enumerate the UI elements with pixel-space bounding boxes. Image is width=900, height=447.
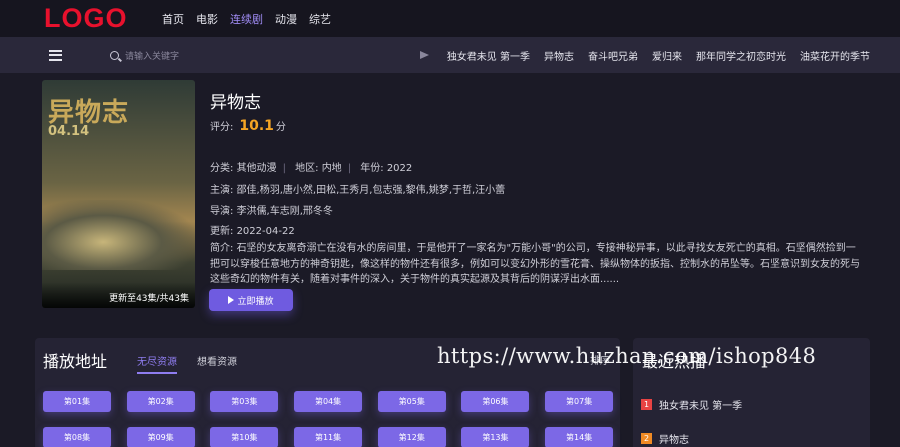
- director-label: 导演:: [210, 206, 234, 217]
- category-value[interactable]: 其他动漫: [237, 163, 277, 174]
- nav-item-movie[interactable]: 电影: [196, 11, 218, 27]
- episode-button[interactable]: 第06集: [461, 391, 530, 412]
- region-value[interactable]: 内地: [322, 163, 342, 174]
- episode-grid: 第01集 第02集 第03集 第04集 第05集 第06集 第07集 第08集 …: [43, 391, 614, 447]
- main-nav: 首页 电影 连续剧 动漫 综艺: [162, 11, 331, 27]
- search-icon[interactable]: [110, 50, 119, 60]
- search-box[interactable]: 请输入关键字: [110, 49, 179, 62]
- hot-item-title[interactable]: 异物志: [659, 431, 689, 446]
- hot-link[interactable]: 独女君未见 第一季: [447, 48, 530, 63]
- desc-label: 简介:: [210, 243, 234, 254]
- hot-link[interactable]: 那年同学之初恋时光: [696, 48, 786, 63]
- category-label: 分类:: [210, 163, 234, 174]
- description: 简介: 石坚的女友离奇溺亡在没有水的房间里，于是他开了一家名为"万能小哥"的公司…: [210, 241, 860, 288]
- episode-button[interactable]: 第02集: [126, 391, 195, 412]
- episode-button[interactable]: 第08集: [43, 427, 111, 447]
- episode-button[interactable]: 第10集: [210, 427, 279, 447]
- updated-label: 更新:: [210, 226, 234, 237]
- rating: 评分: 10.1 分: [210, 118, 286, 134]
- sub-header: 请输入关键字 独女君未见 第一季 异物志 奋斗吧兄弟 爱归来 那年同学之初恋时光…: [0, 37, 900, 73]
- playlist-title: 播放地址: [43, 352, 108, 371]
- show-title: 异物志: [210, 93, 261, 113]
- nav-item-variety[interactable]: 综艺: [309, 11, 331, 27]
- search-input[interactable]: 请输入关键字: [125, 49, 179, 62]
- nav-item-home[interactable]: 首页: [162, 11, 184, 27]
- tab-source-xiangkan[interactable]: 想看资源: [197, 353, 237, 368]
- episode-button[interactable]: 第11集: [294, 427, 363, 447]
- hot-links: 独女君未见 第一季 异物志 奋斗吧兄弟 爱归来 那年同学之初恋时光 油菜花开的季…: [419, 48, 870, 63]
- cast-label: 主演:: [210, 185, 234, 196]
- year-value[interactable]: 2022: [387, 163, 412, 174]
- poster-artwork: [42, 200, 195, 270]
- hot-list-item[interactable]: 1 独女君未见 第一季: [641, 397, 742, 412]
- hot-item-title[interactable]: 独女君未见 第一季: [659, 397, 742, 412]
- episode-button[interactable]: 第07集: [545, 391, 614, 412]
- cast-row: 主演: 邵佳,杨羽,唐小然,田松,王秀月,包志强,黎伟,姚梦,于哲,汪小蕾: [210, 181, 505, 196]
- episode-button[interactable]: 第04集: [294, 391, 363, 412]
- meta-row: 分类: 其他动漫 | 地区: 内地 | 年份: 2022: [210, 163, 413, 174]
- rating-label: 评分:: [210, 122, 234, 133]
- update-badge: 更新至43集/共43集: [42, 282, 195, 308]
- cast-value[interactable]: 邵佳,杨羽,唐小然,田松,王秀月,包志强,黎伟,姚梦,于哲,汪小蕾: [237, 185, 506, 196]
- rank-badge: 1: [641, 399, 652, 410]
- watermark-text: https://www.huzhan.com/ishop848: [437, 344, 817, 368]
- tab-source-wujin[interactable]: 无尽资源: [137, 353, 177, 374]
- poster-image[interactable]: 异物志 04.14 更新至43集/共43集: [42, 80, 195, 308]
- director-value[interactable]: 李洪儒,车志刚,邢冬冬: [237, 206, 333, 217]
- menu-button[interactable]: [0, 49, 110, 61]
- episode-button[interactable]: 第01集: [43, 391, 111, 412]
- episode-button[interactable]: 第14集: [545, 427, 614, 447]
- rating-value: 10.1: [239, 118, 274, 134]
- episode-button[interactable]: 第05集: [377, 391, 446, 412]
- region-label: 地区:: [295, 163, 319, 174]
- play-now-button[interactable]: 立即播放: [209, 289, 293, 311]
- rating-unit: 分: [275, 122, 286, 133]
- director-row: 导演: 李洪儒,车志刚,邢冬冬: [210, 202, 333, 217]
- hamburger-icon: [48, 49, 62, 61]
- desc-text: 石坚的女友离奇溺亡在没有水的房间里，于是他开了一家名为"万能小哥"的公司，专接神…: [210, 243, 860, 285]
- nav-item-anime[interactable]: 动漫: [275, 11, 297, 27]
- play-icon: [228, 296, 235, 304]
- hot-link[interactable]: 油菜花开的季节: [800, 48, 870, 63]
- rank-badge: 2: [641, 433, 652, 444]
- nav-item-series[interactable]: 连续剧: [230, 11, 263, 27]
- hot-link[interactable]: 爱归来: [652, 48, 682, 63]
- play-button-label: 立即播放: [237, 296, 274, 307]
- top-header: LOGO 首页 电影 连续剧 动漫 综艺: [0, 0, 900, 37]
- updated-row: 更新: 2022-04-22: [210, 222, 295, 237]
- hot-link[interactable]: 奋斗吧兄弟: [588, 48, 638, 63]
- site-logo[interactable]: LOGO: [44, 0, 162, 37]
- episode-button[interactable]: 第13集: [461, 427, 530, 447]
- episode-button[interactable]: 第09集: [126, 427, 195, 447]
- poster-date: 04.14: [48, 124, 90, 139]
- episode-button[interactable]: 第12集: [377, 427, 446, 447]
- send-icon: [419, 51, 429, 59]
- hot-link[interactable]: 异物志: [544, 48, 574, 63]
- year-label: 年份:: [360, 163, 384, 174]
- updated-value: 2022-04-22: [236, 226, 295, 237]
- episode-button[interactable]: 第03集: [210, 391, 279, 412]
- hot-list-item[interactable]: 2 异物志: [641, 431, 689, 446]
